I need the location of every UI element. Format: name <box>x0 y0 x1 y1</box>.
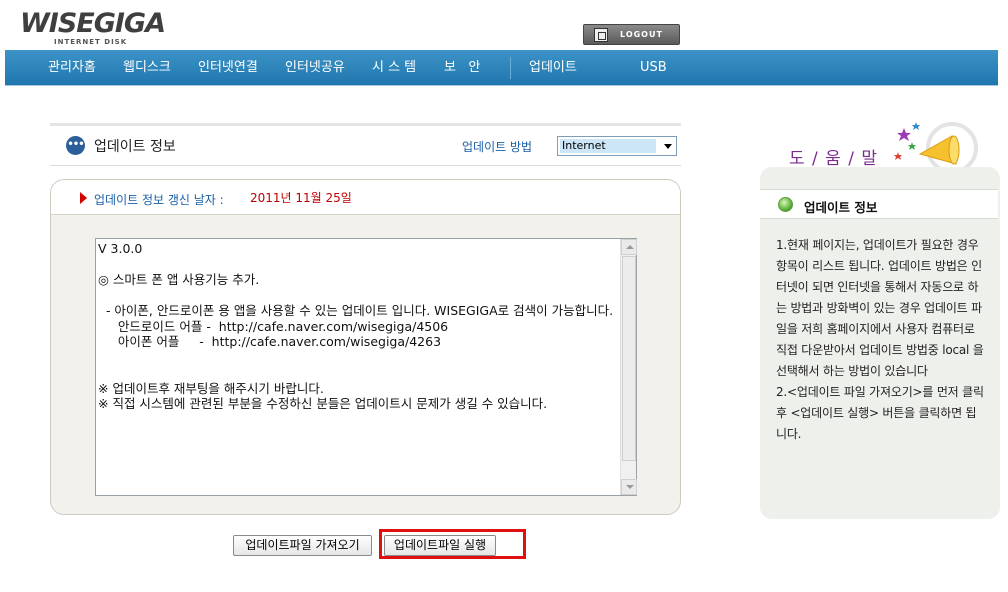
nav-item-internet-connect[interactable]: 인터넷연결 <box>198 50 258 86</box>
run-update-file-button[interactable]: 업데이트파일 실행 <box>384 535 496 556</box>
help-title: 도 / 움 / 말 <box>789 149 878 169</box>
update-method-label: 업데이트 방법 <box>462 140 533 154</box>
fetch-update-file-button[interactable]: 업데이트파일 가져오기 <box>233 535 372 556</box>
nav-item-webdisk[interactable]: 웹디스크 <box>123 50 171 86</box>
update-date-value: 2011년 11월 25일 <box>250 191 352 205</box>
help-body-text: 1.현재 페이지는, 업데이트가 필요한 경우 항목이 리스트 됩니다. 업데이… <box>776 238 984 441</box>
textarea-scrollbar[interactable] <box>620 239 637 495</box>
page-title: 업데이트 정보 <box>94 139 176 155</box>
section-header: ••• 업데이트 정보 업데이트 방법 Internet <box>50 123 681 166</box>
update-info-panel: 업데이트 정보 갱신 날자 : 2011년 11월 25일 V 3.0.0 ◎ … <box>50 179 681 515</box>
logo-subtext: INTERNET DISK <box>54 38 128 46</box>
wisegiga-logo[interactable]: WISEGIGA INTERNET DISK <box>20 8 170 46</box>
nav-item-internet-share[interactable]: 인터넷공유 <box>285 50 345 86</box>
nav-divider <box>510 57 511 79</box>
nav-item-security[interactable]: 보 안 <box>444 50 480 86</box>
nav-item-update[interactable]: 업데이트 <box>529 50 577 86</box>
nav-item-admin-home[interactable]: 관리자홈 <box>48 50 96 86</box>
update-notes-content: V 3.0.0 ◎ 스마트 폰 앱 사용기능 추가. - 아이폰, 안드로이폰 … <box>98 241 614 411</box>
help-header-text: 업데이트 정보 <box>804 200 878 215</box>
green-bullet-icon <box>778 197 793 212</box>
logout-icon <box>594 27 608 42</box>
nav-item-usb[interactable]: USB <box>640 50 667 86</box>
help-panel: 업데이트 정보 1.현재 페이지는, 업데이트가 필요한 경우 항목이 리스트 … <box>760 167 1000 519</box>
main-nav: 관리자홈 웹디스크 인터넷연결 인터넷공유 시 스 템 보 안 업데이트 USB <box>5 50 998 86</box>
more-dots-icon: ••• <box>66 136 85 155</box>
chevron-down-icon[interactable] <box>664 144 672 149</box>
logout-label: LOGOUT <box>620 30 663 39</box>
logo-text: WISEGIGA <box>20 8 166 39</box>
panel-header: 업데이트 정보 갱신 날자 : 2011년 11월 25일 <box>51 180 680 215</box>
scroll-thumb[interactable] <box>622 256 636 461</box>
nav-item-system[interactable]: 시 스 템 <box>372 50 416 86</box>
help-header: 업데이트 정보 <box>760 189 998 219</box>
update-method-value: Internet <box>560 139 656 153</box>
page: WISEGIGA INTERNET DISK LOGOUT 관리자홈 웹디스크 … <box>0 0 1008 592</box>
logout-button[interactable]: LOGOUT <box>583 24 680 45</box>
update-method-select[interactable]: Internet <box>557 136 677 156</box>
update-date-label: 업데이트 정보 갱신 날자 : <box>94 193 224 207</box>
scroll-down-icon[interactable] <box>621 479 637 495</box>
scroll-up-icon[interactable] <box>621 239 637 255</box>
update-notes-textarea[interactable]: V 3.0.0 ◎ 스마트 폰 앱 사용기능 추가. - 아이폰, 안드로이폰 … <box>95 238 637 496</box>
arrow-right-icon <box>80 192 87 204</box>
